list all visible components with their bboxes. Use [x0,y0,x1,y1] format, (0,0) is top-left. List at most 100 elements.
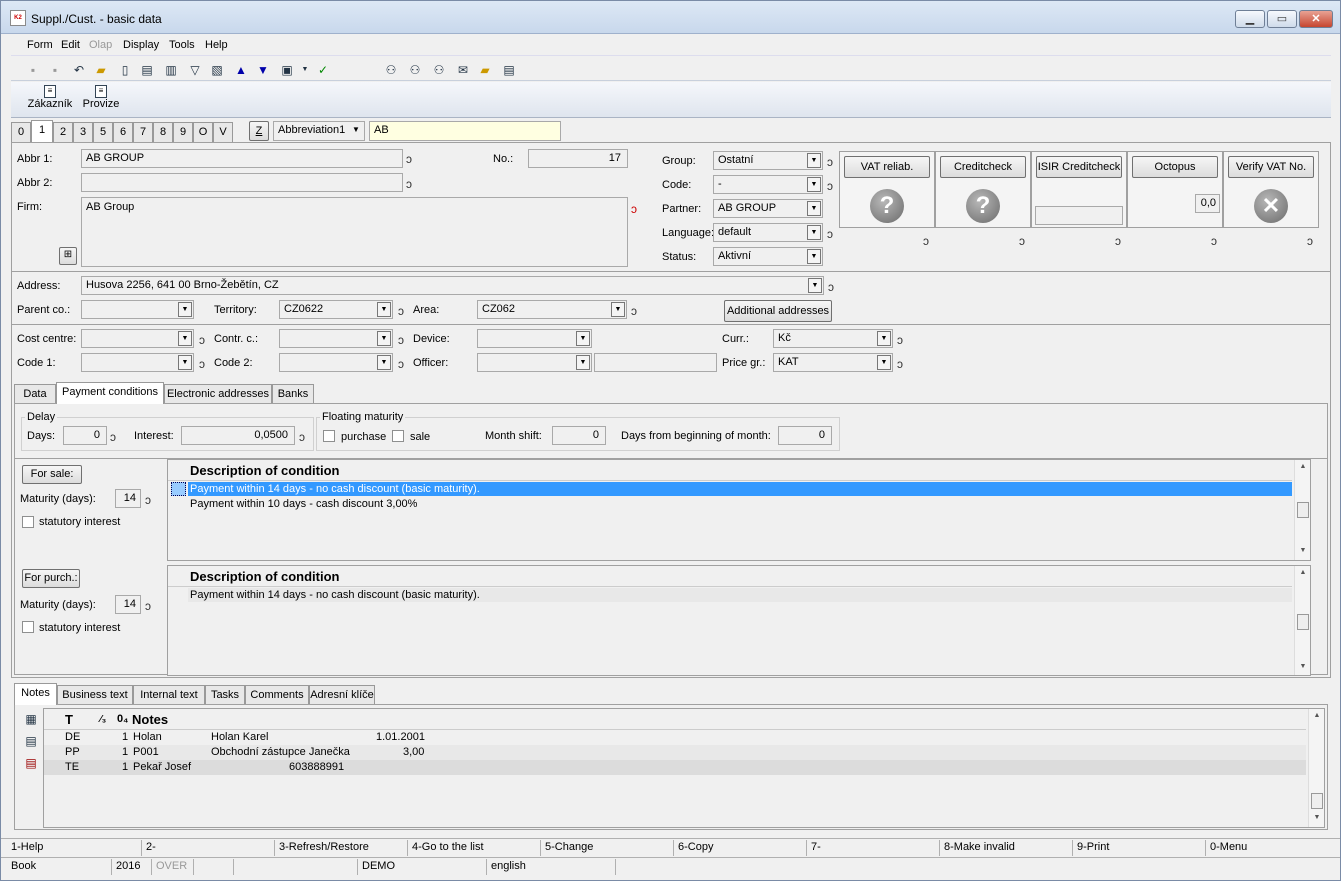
f2[interactable]: 2- [146,841,156,853]
refresh-icon[interactable]: ✓ [315,62,331,78]
vat-reliab-button[interactable]: VAT reliab. [844,156,930,178]
hook-icon[interactable]: ↄ [827,180,833,192]
form-icon[interactable]: ▤ [501,62,517,78]
search-key-combo[interactable]: Abbreviation1 ▼ [273,121,365,141]
hook-icon[interactable]: ↄ [631,305,637,317]
hook-icon[interactable]: ↄ [897,334,903,346]
tab-9[interactable]: 9 [173,122,193,142]
undo-icon[interactable]: ↶ [71,62,87,78]
tab-internal-text[interactable]: Internal text [133,685,205,705]
binoculars-icon[interactable]: ⚇ [383,62,399,78]
tab-2[interactable]: 2 [53,122,73,142]
f0-menu[interactable]: 0-Menu [1210,841,1247,853]
f5-change[interactable]: 5-Change [545,841,593,853]
tab-v[interactable]: V [213,122,233,142]
chevron-down-icon[interactable]: ▼ [178,302,192,317]
code1-combo[interactable]: ▼ [81,353,194,372]
binoculars-prev-icon[interactable]: ⚇ [431,62,447,78]
edit-note-icon[interactable]: ▤ [23,733,39,749]
f9-print[interactable]: 9-Print [1077,841,1109,853]
chevron-down-icon[interactable]: ▼ [807,225,821,240]
contr-combo[interactable]: ▼ [279,329,393,348]
camera-icon[interactable]: ▣ [279,62,295,78]
verify-vat-button[interactable]: Verify VAT No. [1228,156,1314,178]
f4-list[interactable]: 4-Go to the list [412,841,484,853]
purchase-checkbox[interactable] [323,430,335,442]
filter-icon[interactable]: ▽ [187,62,203,78]
scroll-thumb[interactable] [1311,793,1323,809]
purch-statutory-checkbox[interactable] [22,621,34,633]
copy-document-icon[interactable]: ▤ [139,62,155,78]
creditcheck-button[interactable]: Creditcheck [940,156,1026,178]
address-combo[interactable]: Husova 2256, 641 00 Brno-Žebětín, CZ ▼ [81,276,824,295]
tab-data[interactable]: Data [14,384,56,404]
table-row[interactable]: DE 1 Holan Holan Karel 1.01.2001 [44,730,1306,745]
tab-1[interactable]: 1 [31,120,53,142]
hook-icon[interactable]: ↄ [1211,235,1217,247]
cost-centre-combo[interactable]: ▼ [81,329,194,348]
minimize-button[interactable]: ▁ [1235,10,1265,28]
chevron-down-icon[interactable]: ▼ [377,302,391,317]
hook-icon[interactable]: ↄ [145,600,151,612]
menu-display[interactable]: Display [123,39,159,51]
filter-document-icon[interactable]: ▧ [209,62,225,78]
tab-adresni-klice[interactable]: Adresní klíče [309,685,375,705]
close-button[interactable]: ✕ [1299,10,1333,28]
sale-statutory-checkbox[interactable] [22,516,34,528]
chevron-down-icon[interactable]: ▼ [178,331,192,346]
chevron-down-icon[interactable]: ▼ [877,331,891,346]
customer-button[interactable]: ≡ Zákazník [25,85,75,110]
month-shift-field[interactable]: 0 [552,426,606,445]
book-icon[interactable]: ▥ [163,62,179,78]
firm-edit-button[interactable]: ⊞ [59,247,77,265]
new-document-icon[interactable]: ▯ [117,62,133,78]
hook-icon[interactable]: ↄ [398,334,404,346]
tab-electronic-addresses[interactable]: Electronic addresses [164,384,272,404]
hook-icon[interactable]: ↄ [110,431,116,443]
f3-refresh[interactable]: 3-Refresh/Restore [279,841,369,853]
menu-form[interactable]: Form [27,39,53,51]
interest-field[interactable]: 0,0500 [181,426,295,445]
chevron-down-icon[interactable]: ▼ [807,249,821,264]
scroll-thumb[interactable] [1297,614,1309,630]
table-row[interactable]: PP 1 P001 Obchodní zástupce Janečka 3,00 [44,745,1306,760]
octopus-button[interactable]: Octopus [1132,156,1218,178]
partner-combo[interactable]: AB GROUP ▼ [713,199,823,218]
tab-notes[interactable]: Notes [14,683,57,705]
f6-copy[interactable]: 6-Copy [678,841,713,853]
hook-icon[interactable]: ↄ [145,494,151,506]
mail-icon[interactable]: ✉ [455,62,471,78]
scroll-down-icon[interactable]: ▼ [1309,811,1325,825]
sale-maturity-field[interactable]: 14 [115,489,141,508]
open-folder-icon[interactable]: ▰ [93,62,109,78]
tab-8[interactable]: 8 [153,122,173,142]
chevron-down-icon[interactable]: ▼ [807,153,821,168]
scroll-down-icon[interactable]: ▼ [1295,544,1311,558]
chevron-down-icon[interactable]: ▼ [377,355,391,370]
hook-icon[interactable]: ↄ [1019,235,1025,247]
menu-tools[interactable]: Tools [169,39,195,51]
area-combo[interactable]: CZ062 ▼ [477,300,627,319]
f8-invalid[interactable]: 8-Make invalid [944,841,1015,853]
chevron-down-icon[interactable]: ▼ [576,355,590,370]
tab-business-text[interactable]: Business text [57,685,133,705]
hook-icon[interactable]: ↄ [631,203,637,215]
purch-maturity-field[interactable]: 14 [115,595,141,614]
hook-icon[interactable]: ↄ [827,228,833,240]
abbr2-field[interactable] [81,173,403,192]
table-row[interactable]: Payment within 14 days - no cash discoun… [188,588,1292,602]
tab-5[interactable]: 5 [93,122,113,142]
table-row[interactable]: Payment within 14 days - no cash discoun… [188,482,1292,496]
additional-addresses-button[interactable]: Additional addresses [724,300,832,322]
scroll-up-icon[interactable]: ▲ [1295,566,1311,580]
arrow-down-icon[interactable]: ▼ [255,62,271,78]
hook-icon[interactable]: ↄ [1115,235,1121,247]
chevron-down-icon[interactable]: ▼ [178,355,192,370]
z-button[interactable]: Z [249,121,269,141]
days-field[interactable]: 0 [63,426,107,445]
abbr1-field[interactable]: AB GROUP [81,149,403,168]
hook-icon[interactable]: ↄ [1307,235,1313,247]
tab-0[interactable]: 0 [11,122,31,142]
chevron-down-icon[interactable]: ▼ [377,331,391,346]
chevron-down-icon[interactable]: ▼ [807,201,821,216]
